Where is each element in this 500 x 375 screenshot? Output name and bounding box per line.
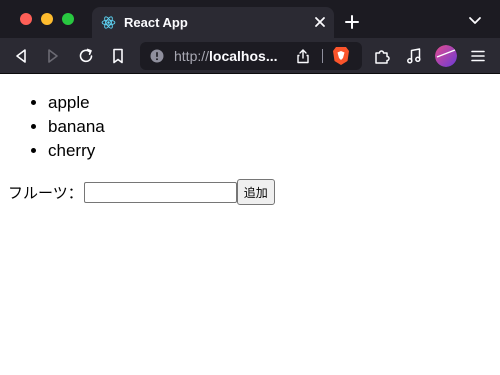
new-tab-icon[interactable] [344, 14, 360, 30]
add-button[interactable]: 追加 [236, 179, 275, 205]
bookmark-icon[interactable] [109, 47, 127, 65]
tab-react-app[interactable]: React App [92, 7, 334, 38]
nav-toolbar: http://localhos... [0, 38, 500, 74]
add-fruit-form: フルーツ： 追加 [8, 178, 275, 206]
extensions-icon[interactable] [373, 47, 391, 65]
page-content: apple banana cherry フルーツ： 追加 [0, 75, 500, 375]
fruit-label: フルーツ： [8, 183, 83, 202]
back-icon[interactable] [12, 47, 30, 65]
url-separator [322, 49, 323, 63]
chevron-down-icon[interactable] [468, 16, 482, 26]
avatar[interactable] [435, 45, 457, 67]
react-icon [100, 14, 117, 31]
zoom-window-button[interactable] [62, 13, 74, 25]
minimize-window-button[interactable] [41, 13, 53, 25]
brave-shields-icon[interactable] [332, 46, 350, 66]
list-item: cherry [48, 139, 105, 163]
site-info-icon[interactable] [150, 49, 164, 63]
reload-icon[interactable] [77, 47, 95, 65]
menu-icon[interactable] [469, 47, 487, 65]
url-host: localhos... [209, 48, 278, 64]
media-icon[interactable] [405, 47, 423, 65]
list-item: banana [48, 115, 105, 139]
url-text[interactable]: http://localhos... [174, 48, 296, 64]
close-tab-icon[interactable] [313, 15, 327, 29]
url-scheme: http:// [174, 48, 210, 64]
url-bar[interactable]: http://localhos... [140, 42, 362, 70]
fruit-input[interactable] [83, 181, 237, 203]
fruit-list: apple banana cherry [48, 91, 105, 163]
tab-strip: React App [0, 0, 500, 38]
share-icon[interactable] [296, 48, 310, 64]
tab-title: React App [124, 15, 188, 30]
forward-icon[interactable] [44, 47, 62, 65]
close-window-button[interactable] [20, 13, 32, 25]
list-item: apple [48, 91, 105, 115]
